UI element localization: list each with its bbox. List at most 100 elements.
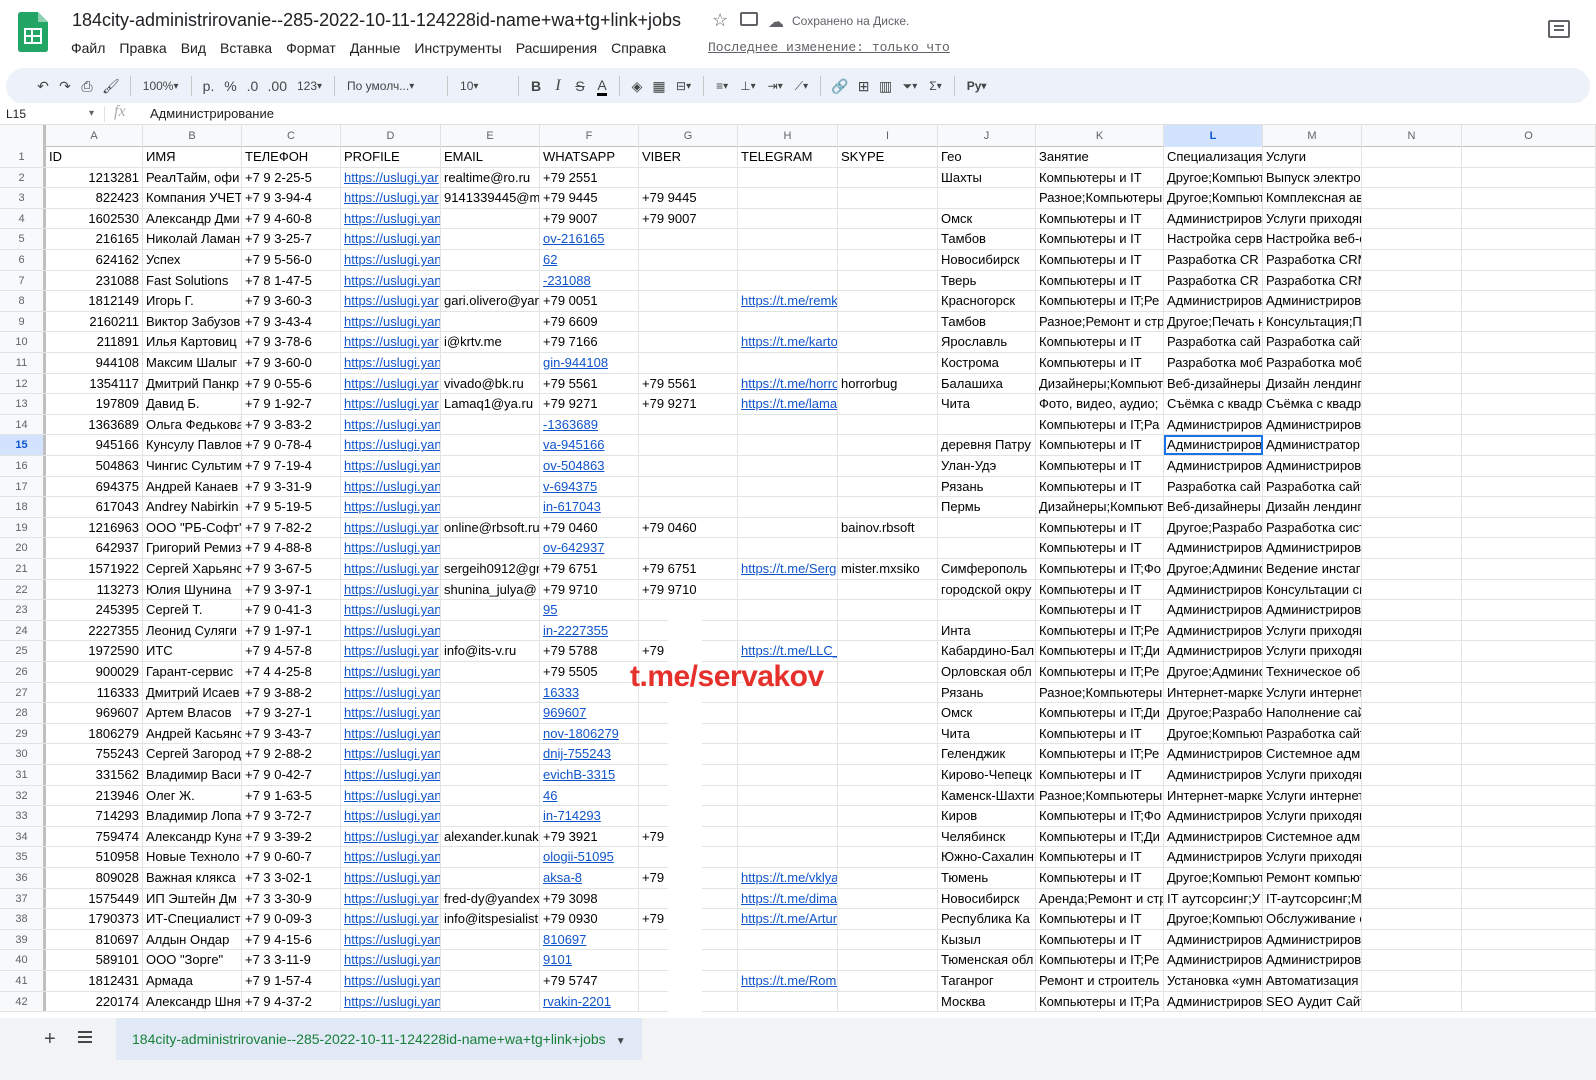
menu-help[interactable]: Справка [604,38,673,58]
cell-f41[interactable]: +79 5747 [540,971,639,991]
cell-c33[interactable]: +7 9 3-72-7 [242,806,341,826]
cell-c2[interactable]: +7 9 2-25-5 [242,167,341,188]
cell-c9[interactable]: +7 9 3-43-4 [242,311,341,332]
cell-n17[interactable] [1362,476,1462,497]
cell-a34[interactable]: 759474 [46,826,143,847]
cell-m31[interactable]: Услуги приходящих системных администрато… [1263,765,1362,785]
increase-decimal-button[interactable]: .00 [264,74,291,98]
cell-j42[interactable]: Москва [938,991,1036,1012]
cell-o35[interactable] [1462,847,1596,867]
cell-f36[interactable]: aksa-8 [540,868,639,888]
cell-f42[interactable]: rvakin-2201 [540,991,639,1012]
cell-m35[interactable]: Услуги приходящих системных администрато… [1263,847,1362,867]
row-header[interactable]: 13 [0,394,46,414]
cell-k34[interactable]: Компьютеры и IT;Ди [1036,826,1164,847]
cell-f16[interactable]: ov-504863 [540,456,639,476]
cell-h7[interactable] [738,270,838,291]
cell-b29[interactable]: Андрей Касьянс [143,723,242,744]
cell-h16[interactable] [738,456,838,476]
cell-e22[interactable]: shunina_julya@ [441,579,540,600]
cell-f26[interactable]: +79 5505 [540,662,639,682]
cell-c30[interactable]: +7 9 2-88-2 [242,744,341,764]
cell-k42[interactable]: Компьютеры и IT;Ра [1036,991,1164,1012]
cell-h39[interactable] [738,929,838,950]
cell-j38[interactable]: Республика Ка [938,909,1036,929]
cell-l5[interactable]: Настройка серв [1164,229,1263,249]
cell-e41[interactable] [441,971,540,991]
menu-tools[interactable]: Инструменты [407,38,508,58]
cell-l30[interactable]: Администриров [1164,744,1263,764]
row-header[interactable]: 23 [0,600,46,620]
select-all-corner[interactable] [0,125,46,147]
cell-i13[interactable] [838,394,938,414]
cell-b39[interactable]: Алдын Ондар [143,929,242,950]
cell-c7[interactable]: +7 8 1-47-5 [242,270,341,291]
cell-m16[interactable]: Администрирование 1С;Услуги приходящих с… [1263,456,1362,476]
cell-d1[interactable]: PROFILE [341,147,441,167]
cell-c14[interactable]: +7 9 3-83-2 [242,414,341,435]
cell-d32[interactable]: https://uslugi.yandex.ru/profile/OlegZh- [341,785,441,806]
cell-a25[interactable]: 1972590 [46,641,143,661]
cell-i24[interactable] [838,620,938,641]
column-header-a[interactable]: A [46,125,143,147]
cell-a41[interactable]: 1812431 [46,971,143,991]
cell-f32[interactable]: 46 [540,785,639,806]
cell-l17[interactable]: Разработка сай [1164,476,1263,497]
cell-i4[interactable] [838,208,938,229]
cell-a17[interactable]: 694375 [46,476,143,497]
cell-c12[interactable]: +7 9 0-55-6 [242,373,341,394]
row-header[interactable]: 25 [0,641,46,661]
cell-a29[interactable]: 1806279 [46,723,143,744]
cell-g17[interactable] [639,476,738,497]
cell-j5[interactable]: Тамбов [938,229,1036,249]
cell-h28[interactable] [738,703,838,723]
cell-o32[interactable] [1462,785,1596,806]
cell-e10[interactable]: i@krtv.me [441,332,540,352]
cell-e29[interactable] [441,723,540,744]
zoom-select[interactable]: 100% [137,74,185,98]
cell-h40[interactable] [738,950,838,970]
cell-i8[interactable] [838,291,938,311]
cell-m41[interactable]: Автоматизация системы пожарной безопасно… [1263,971,1362,991]
last-edit-link[interactable]: Последнее изменение: только что [708,40,950,55]
row-header[interactable]: 1 [0,147,46,167]
cell-o26[interactable] [1462,662,1596,682]
cell-l6[interactable]: Разработка CR [1164,250,1263,270]
cell-a21[interactable]: 1571922 [46,559,143,579]
cell-j16[interactable]: Улан-Удэ [938,456,1036,476]
cell-e6[interactable] [441,250,540,270]
cell-n35[interactable] [1362,847,1462,867]
cell-d11[interactable]: https://uslugi.yandex.ru/profile/Maksim [341,353,441,373]
cell-n10[interactable] [1362,332,1462,352]
cell-l33[interactable]: Администриров [1164,806,1263,826]
cell-i3[interactable] [838,188,938,208]
cell-k20[interactable]: Компьютеры и IT [1036,538,1164,558]
cell-l23[interactable]: Администриров [1164,600,1263,620]
cell-b18[interactable]: Andrey Nabirkin [143,497,242,517]
cell-f10[interactable]: +79 7166 [540,332,639,352]
cell-c39[interactable]: +7 9 4-15-6 [242,929,341,950]
cell-l4[interactable]: Администриров [1164,208,1263,229]
comment-history-icon[interactable] [1548,20,1570,38]
cell-b5[interactable]: Николай Ламан [143,229,242,249]
row-header[interactable]: 4 [0,208,46,229]
cell-n42[interactable] [1362,991,1462,1012]
cell-j21[interactable]: Симферополь [938,559,1036,579]
row-header[interactable]: 27 [0,682,46,703]
document-title[interactable]: 184city-administrirovanie--285-2022-10-1… [72,10,681,31]
text-color-button[interactable]: A [591,74,613,98]
cell-c36[interactable]: +7 3 3-02-1 [242,868,341,888]
cell-n32[interactable] [1362,785,1462,806]
cell-m21[interactable]: Ведение инстаграмм аккаунта;Системное ад… [1263,559,1362,579]
cell-g6[interactable] [639,250,738,270]
cell-b17[interactable]: Андрей Канаев [143,476,242,497]
cell-j35[interactable]: Южно-Сахалин [938,847,1036,867]
cell-h6[interactable] [738,250,838,270]
cell-i12[interactable]: horrorbug [838,373,938,394]
cell-j31[interactable]: Кирово-Чепецк [938,765,1036,785]
cell-b42[interactable]: Александр Шня [143,991,242,1012]
row-header[interactable]: 33 [0,806,46,826]
cell-o38[interactable] [1462,909,1596,929]
cell-l16[interactable]: Администриров [1164,456,1263,476]
cell-b6[interactable]: Успех [143,250,242,270]
